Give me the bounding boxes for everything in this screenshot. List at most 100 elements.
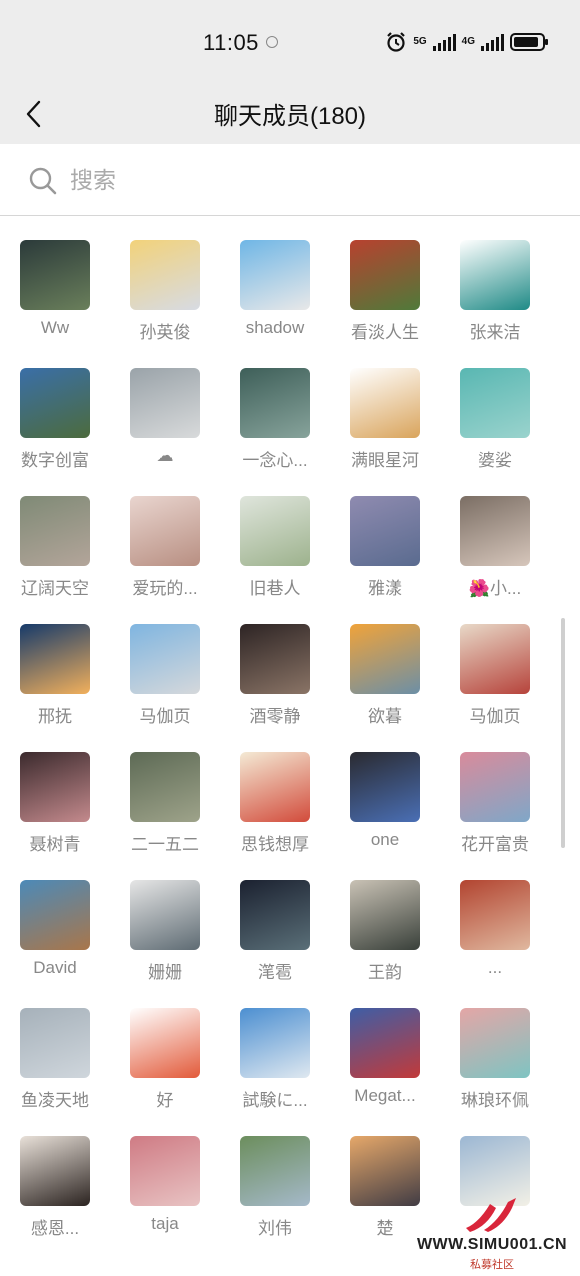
member-item[interactable]: 马伽页 (110, 624, 220, 744)
page-title: 聊天成员(180) (213, 103, 367, 130)
member-name: 試験に... (242, 1091, 308, 1110)
member-avatar (20, 368, 90, 438)
member-item[interactable]: 张来洁 (440, 240, 550, 360)
member-avatar (350, 496, 420, 566)
member-name: 雅漾 (368, 579, 402, 598)
member-item[interactable]: 辽阔天空 (0, 496, 110, 616)
member-item[interactable]: 姗姗 (110, 880, 220, 1000)
member-avatar (460, 496, 530, 566)
search-input[interactable] (70, 160, 530, 200)
notification-icon (266, 36, 278, 48)
battery-icon (510, 33, 548, 51)
member-item[interactable]: 孙英俊 (110, 240, 220, 360)
member-name: 欲暮 (368, 707, 402, 726)
member-item[interactable]: 满眼星河 (330, 368, 440, 488)
alarm-icon (387, 32, 406, 52)
member-avatar (460, 880, 530, 950)
member-avatar (240, 880, 310, 950)
member-item[interactable]: 滗雹 (220, 880, 330, 1000)
member-avatar (350, 1008, 420, 1078)
member-item[interactable]: 旧巷人 (220, 496, 330, 616)
network-label-5g: 5G (413, 36, 427, 47)
member-item[interactable]: Ww (0, 240, 110, 360)
member-name: 二一五二 (131, 835, 199, 854)
watermark: WWW.SIMU001.CN 私募社区 (404, 1194, 580, 1276)
member-item[interactable]: one (330, 752, 440, 872)
member-avatar (350, 624, 420, 694)
member-item[interactable]: Megat... (330, 1008, 440, 1128)
member-avatar (130, 624, 200, 694)
member-avatar (130, 880, 200, 950)
member-name: ... (487, 958, 503, 977)
member-name: David (33, 958, 77, 977)
member-avatar (460, 368, 530, 438)
member-item[interactable]: 数字创富 (0, 368, 110, 488)
member-item[interactable]: 聂树青 (0, 752, 110, 872)
member-item[interactable]: 試験に... (220, 1008, 330, 1128)
member-avatar (240, 624, 310, 694)
search-bar[interactable] (0, 144, 580, 216)
member-item[interactable]: David (0, 880, 110, 1000)
member-avatar (240, 496, 310, 566)
member-item[interactable]: 好 (110, 1008, 220, 1128)
member-item[interactable]: ... (440, 880, 550, 1000)
header: 聊天成员(180) (0, 84, 580, 144)
member-name: shadow (245, 318, 305, 337)
signal-icon-1 (432, 33, 456, 51)
member-item[interactable]: 🌺小... (440, 496, 550, 616)
member-avatar (350, 240, 420, 310)
member-avatar (130, 368, 200, 438)
member-avatar (130, 752, 200, 822)
member-item[interactable]: 王韵 (330, 880, 440, 1000)
member-name: 一念心... (242, 451, 308, 470)
member-avatar (130, 1008, 200, 1078)
member-item[interactable]: 一念心... (220, 368, 330, 488)
member-avatar (20, 624, 90, 694)
member-name: 爱玩的... (132, 579, 198, 598)
member-item[interactable]: 欲暮 (330, 624, 440, 744)
member-name: 鱼凌天地 (21, 1091, 89, 1110)
member-avatar (350, 752, 420, 822)
member-avatar (240, 1136, 310, 1206)
member-name: 旧巷人 (249, 579, 301, 598)
member-item[interactable]: ☁ (110, 368, 220, 488)
member-item[interactable]: 婆娑 (440, 368, 550, 488)
member-item[interactable]: 雅漾 (330, 496, 440, 616)
member-avatar (460, 752, 530, 822)
watermark-label: 私募社区 (470, 1259, 514, 1271)
member-item[interactable]: taja (110, 1136, 220, 1256)
member-name: 王韵 (368, 963, 402, 982)
member-item[interactable]: 爱玩的... (110, 496, 220, 616)
member-item[interactable]: 邢抚 (0, 624, 110, 744)
member-item[interactable]: shadow (220, 240, 330, 360)
member-avatar (20, 240, 90, 310)
member-item[interactable]: 花开富贵 (440, 752, 550, 872)
member-item[interactable]: 思钱想厚 (220, 752, 330, 872)
member-item[interactable]: 二一五二 (110, 752, 220, 872)
member-name: 邢抚 (38, 707, 72, 726)
member-item[interactable]: 感恩... (0, 1136, 110, 1256)
member-name: ☁ (156, 446, 174, 465)
member-name: 聂树青 (29, 835, 81, 854)
member-avatar (240, 240, 310, 310)
scrollbar[interactable] (561, 618, 565, 848)
member-name: Ww (40, 318, 70, 337)
member-avatar (460, 624, 530, 694)
member-item[interactable]: 酒零静 (220, 624, 330, 744)
member-name: 酒零静 (249, 707, 301, 726)
member-item[interactable]: 看淡人生 (330, 240, 440, 360)
member-avatar (350, 368, 420, 438)
member-item[interactable]: 刘伟 (220, 1136, 330, 1256)
member-item[interactable]: 琳琅环佩 (440, 1008, 550, 1128)
member-avatar (460, 240, 530, 310)
network-label-4g: 4G (461, 36, 475, 47)
member-item[interactable]: 马伽页 (440, 624, 550, 744)
member-avatar (130, 496, 200, 566)
member-avatar (20, 1008, 90, 1078)
member-avatar (20, 496, 90, 566)
status-time: 11:05 (203, 30, 259, 55)
member-name: Megat... (354, 1086, 416, 1105)
member-avatar (240, 1008, 310, 1078)
member-item[interactable]: 鱼凌天地 (0, 1008, 110, 1128)
member-name: 🌺小... (468, 579, 522, 598)
